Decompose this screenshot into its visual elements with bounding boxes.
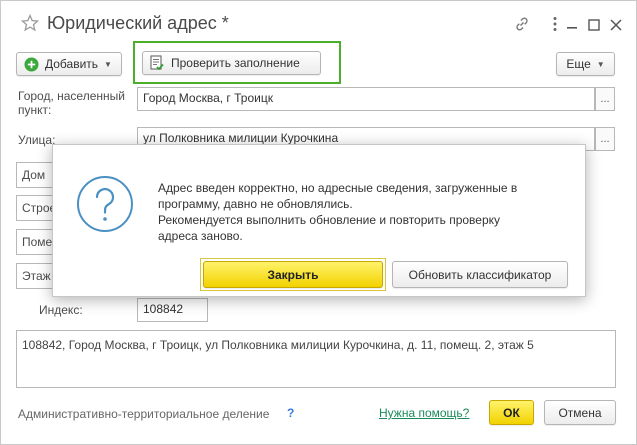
question-icon — [76, 175, 134, 236]
maximize-icon[interactable] — [585, 16, 603, 34]
close-icon[interactable] — [607, 16, 625, 34]
update-classifier-button[interactable]: Обновить классификатор — [392, 261, 568, 288]
message-dialog: Адрес введен корректно, но адресные свед… — [52, 144, 586, 297]
plus-circle-icon — [24, 57, 39, 72]
cancel-button[interactable]: Отмена — [544, 400, 616, 425]
add-button-label: Добавить — [45, 57, 99, 71]
street-label: Улица: — [18, 133, 56, 147]
city-label: Город, населенный пункт: — [18, 89, 125, 117]
add-button[interactable]: Добавить ▼ — [16, 52, 122, 76]
minimize-icon[interactable] — [563, 15, 581, 33]
street-select-button[interactable]: ... — [595, 127, 615, 151]
admin-division-label: Административно-территориальное деление — [18, 407, 270, 421]
more-button[interactable]: Еще ▼ — [556, 52, 615, 76]
more-button-label: Еще — [566, 57, 591, 71]
dropdown-arrow-icon: ▼ — [104, 59, 112, 69]
city-input[interactable]: Город Москва, г Троицк — [137, 87, 595, 111]
full-address-textarea[interactable]: 108842, Город Москва, г Троицк, ул Полко… — [16, 330, 616, 388]
check-filling-button[interactable]: Проверить заполнение — [142, 51, 321, 75]
message-line: адреса заново. — [158, 229, 243, 243]
link-icon[interactable] — [513, 15, 531, 33]
title-bar: Юридический адрес * — [1, 1, 637, 45]
message-line: Рекомендуется выполнить обновление и пов… — [158, 213, 501, 227]
document-check-icon — [150, 55, 164, 71]
dialog-message: Адрес введен корректно, но адресные свед… — [158, 180, 568, 244]
index-label: Индекс: — [39, 303, 83, 317]
star-icon[interactable] — [21, 14, 39, 32]
window-title: Юридический адрес * — [47, 13, 229, 33]
ok-button[interactable]: ОК — [489, 400, 534, 425]
help-link[interactable]: Нужна помощь? — [379, 406, 469, 420]
admin-division-help-icon[interactable]: ? — [287, 406, 294, 420]
index-input[interactable]: 108842 — [137, 298, 208, 322]
city-select-button[interactable]: ... — [595, 87, 615, 111]
dialog-close-button[interactable]: Закрыть — [203, 261, 383, 288]
message-line: Адрес введен корректно, но адресные свед… — [158, 181, 518, 195]
more-vertical-icon[interactable] — [546, 15, 564, 33]
check-filling-label: Проверить заполнение — [171, 56, 300, 70]
dropdown-arrow-icon: ▼ — [596, 59, 605, 69]
message-line: программу, давно не обновлялись. — [158, 197, 353, 211]
